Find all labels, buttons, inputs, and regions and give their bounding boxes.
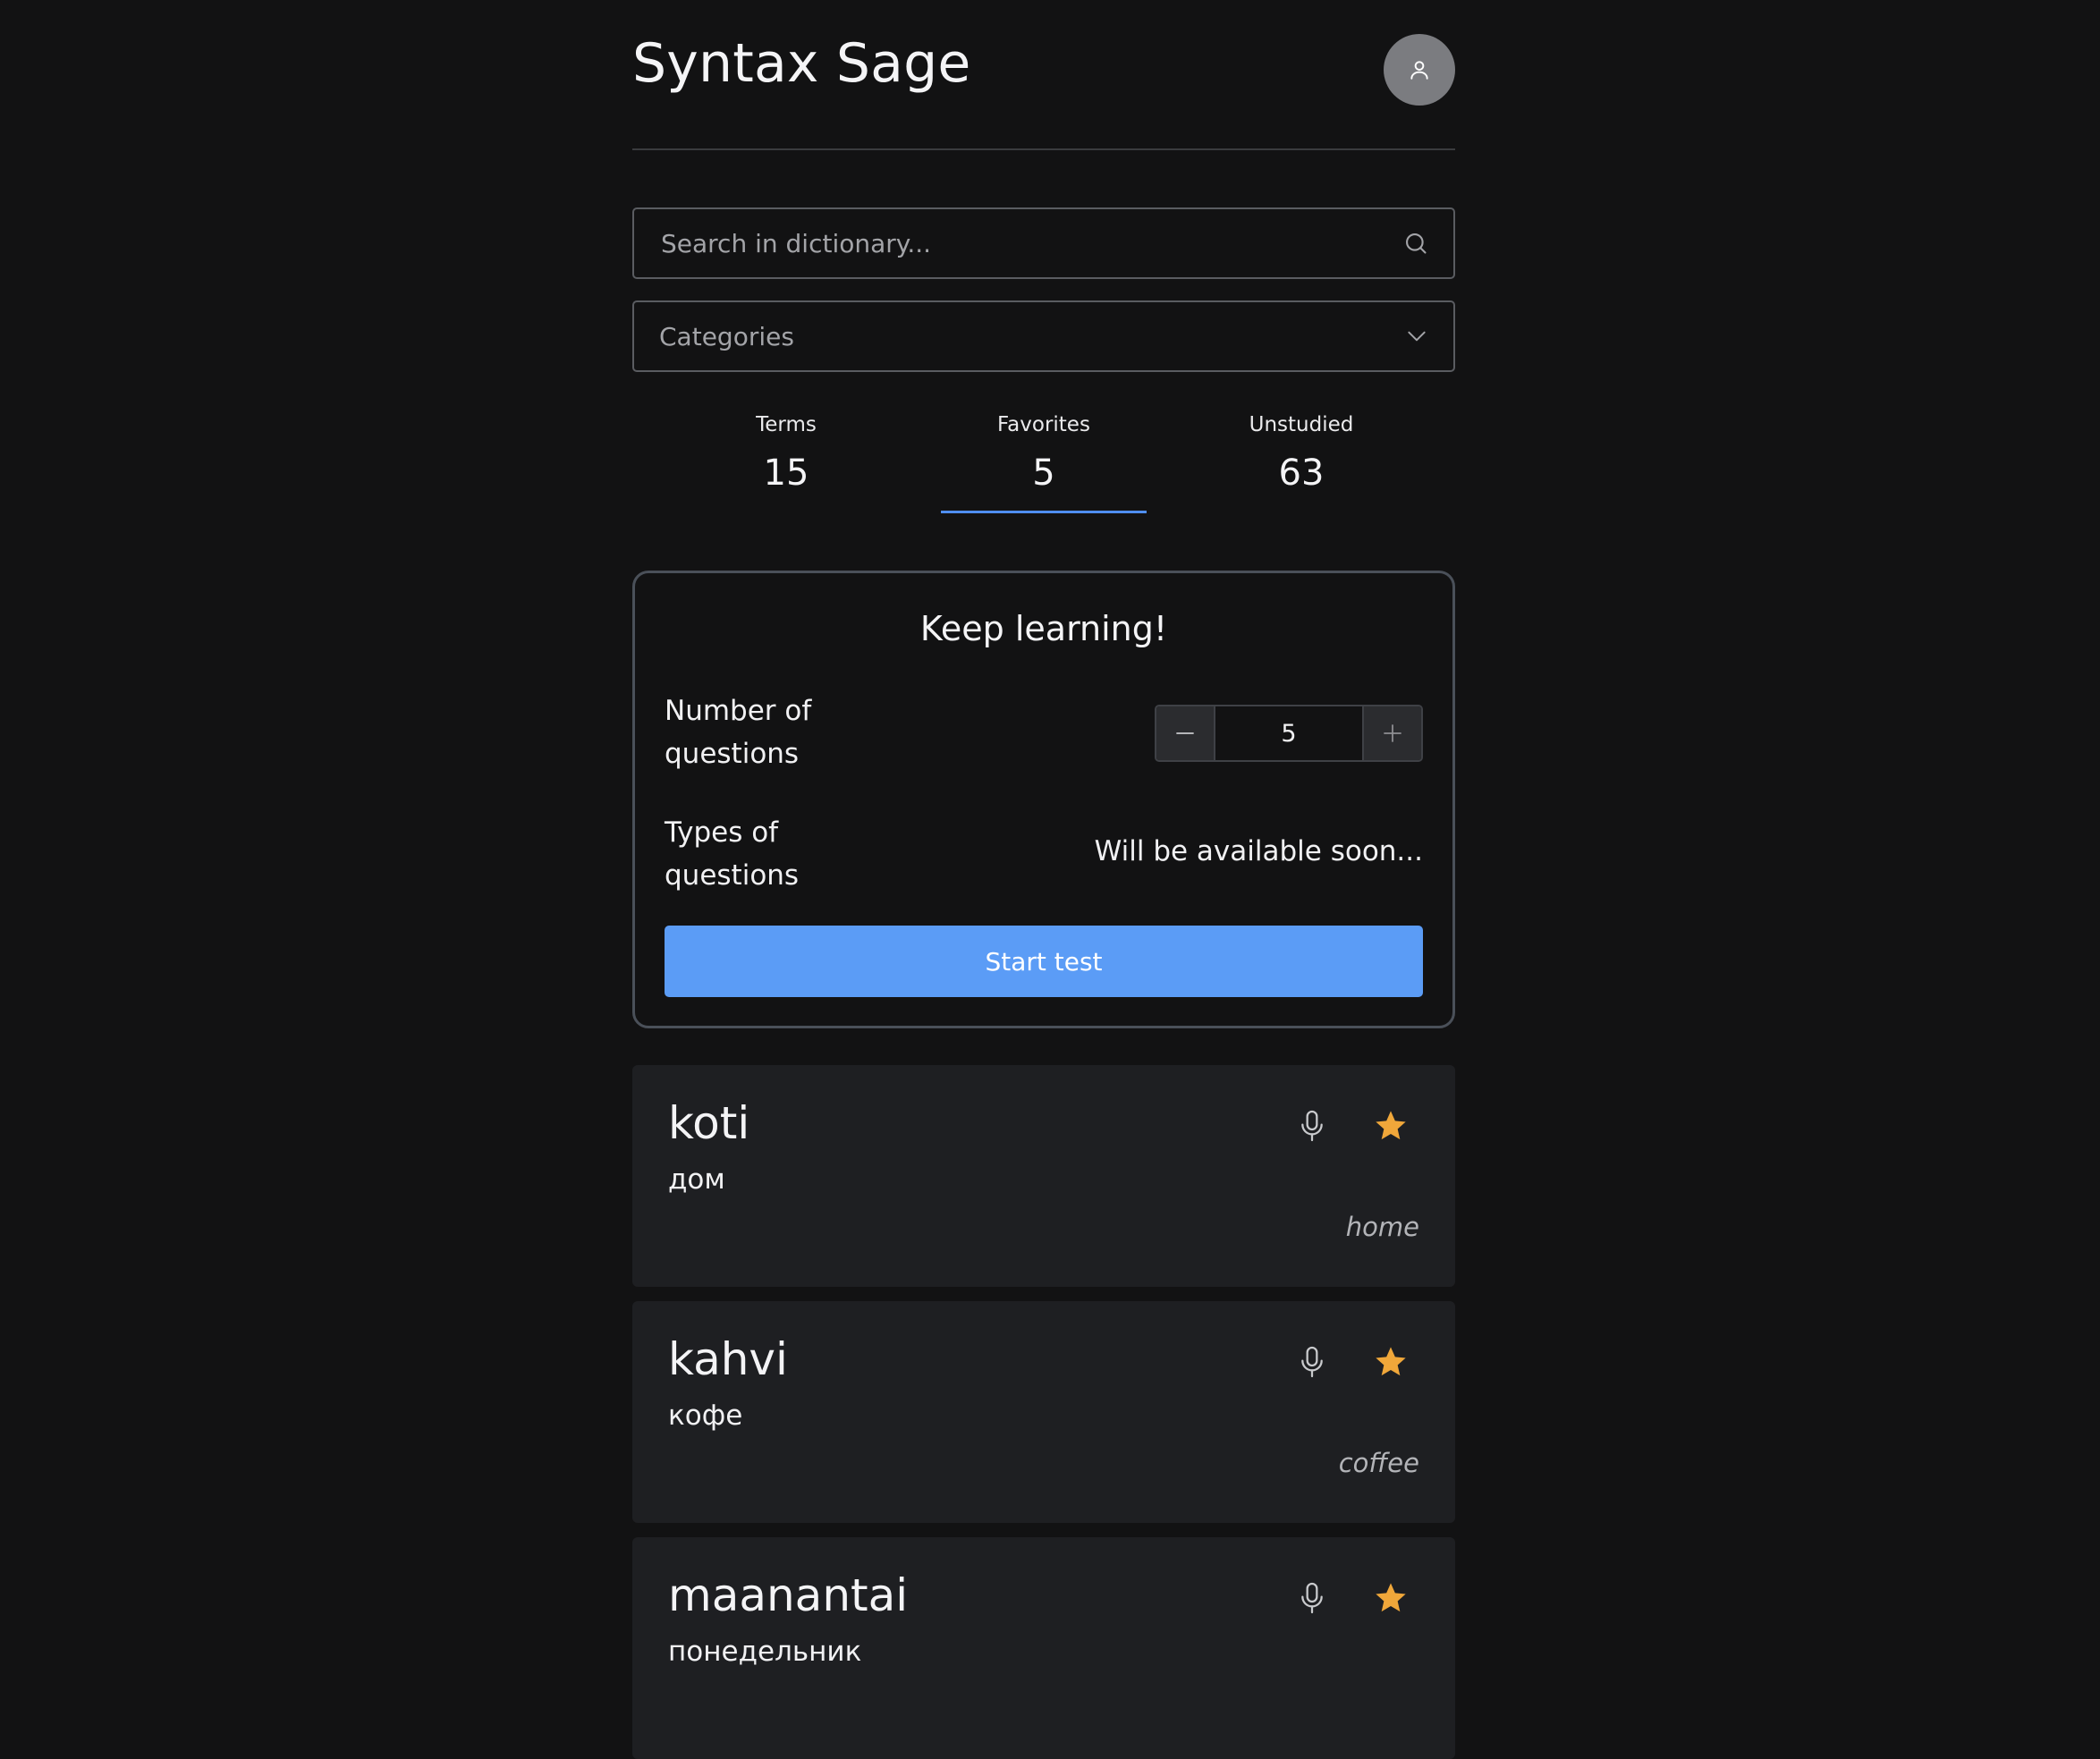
num-questions-value[interactable]: 5 bbox=[1214, 706, 1364, 760]
test-settings-card: Keep learning! Number of questions 5 Typ… bbox=[632, 571, 1455, 1028]
list-item[interactable]: kahvi кофе coffee bbox=[632, 1301, 1455, 1523]
chevron-down-icon bbox=[1405, 325, 1428, 348]
star-icon[interactable] bbox=[1371, 1578, 1410, 1618]
stat-value: 15 bbox=[763, 452, 809, 494]
microphone-icon[interactable] bbox=[1294, 1342, 1330, 1382]
word-term: maanantai bbox=[668, 1569, 909, 1621]
plus-icon bbox=[1384, 724, 1401, 742]
types-availability-text: Will be available soon... bbox=[1094, 835, 1423, 867]
tab-terms[interactable]: Terms 15 bbox=[683, 408, 889, 513]
app-title: Syntax Sage bbox=[632, 32, 971, 95]
categories-select[interactable]: Categories bbox=[632, 300, 1455, 372]
decrement-button[interactable] bbox=[1156, 706, 1214, 760]
word-translation: дом bbox=[668, 1163, 725, 1196]
minus-icon bbox=[1176, 732, 1194, 734]
word-translation: кофе bbox=[668, 1400, 743, 1432]
tab-favorites[interactable]: Favorites 5 bbox=[941, 408, 1147, 513]
word-term: koti bbox=[668, 1097, 750, 1149]
start-test-button[interactable]: Start test bbox=[665, 926, 1423, 997]
list-item[interactable]: koti дом home bbox=[632, 1065, 1455, 1287]
avatar[interactable] bbox=[1384, 34, 1455, 106]
word-english: coffee bbox=[1338, 1448, 1419, 1478]
search-box bbox=[632, 207, 1455, 279]
stat-label: Unstudied bbox=[1249, 413, 1354, 436]
tab-unstudied[interactable]: Unstudied 63 bbox=[1198, 408, 1404, 513]
user-icon bbox=[1410, 61, 1428, 80]
types-label: Types of questions bbox=[665, 816, 800, 892]
stat-label: Favorites bbox=[997, 413, 1090, 436]
increment-button[interactable] bbox=[1364, 706, 1421, 760]
quantity-stepper: 5 bbox=[1155, 705, 1423, 762]
search-icon[interactable] bbox=[1403, 231, 1428, 256]
stat-label: Terms bbox=[756, 413, 817, 436]
header: Syntax Sage bbox=[632, 0, 1455, 150]
word-english: home bbox=[1345, 1212, 1419, 1242]
word-term: kahvi bbox=[668, 1333, 788, 1385]
word-translation: понедельник bbox=[668, 1636, 862, 1668]
search-input[interactable] bbox=[659, 227, 1403, 259]
star-icon[interactable] bbox=[1371, 1342, 1410, 1382]
stat-value: 63 bbox=[1278, 452, 1325, 494]
list-item[interactable]: maanantai понедельник bbox=[632, 1537, 1455, 1759]
categories-label: Categories bbox=[659, 321, 794, 351]
stats-tabs: Terms 15 Favorites 5 Unstudied 63 bbox=[632, 408, 1455, 515]
stat-value: 5 bbox=[1032, 452, 1055, 494]
star-icon[interactable] bbox=[1371, 1106, 1410, 1146]
num-questions-label: Number of questions bbox=[665, 695, 812, 770]
microphone-icon[interactable] bbox=[1294, 1106, 1330, 1146]
app-container: Syntax Sage Categories Terms bbox=[632, 0, 1455, 1759]
microphone-icon[interactable] bbox=[1294, 1578, 1330, 1618]
card-title: Keep learning! bbox=[919, 609, 1168, 648]
